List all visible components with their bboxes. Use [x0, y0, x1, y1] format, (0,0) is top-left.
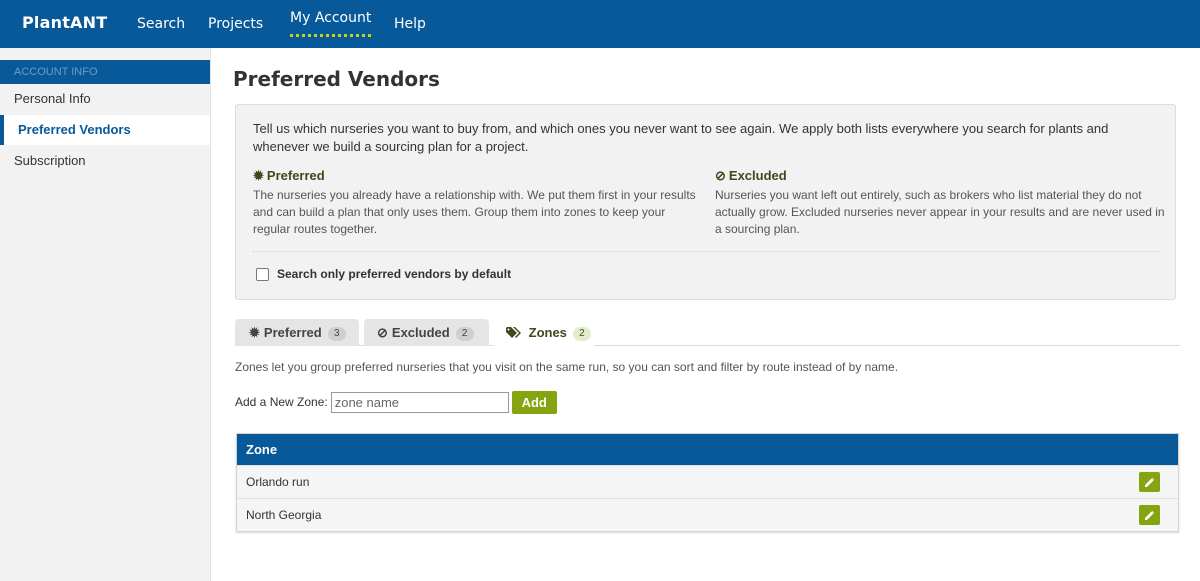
- add-zone-label: Add a New Zone:: [235, 395, 328, 409]
- edit-zone-button[interactable]: [1139, 472, 1160, 492]
- excluded-description: Nurseries you want left out entirely, su…: [715, 188, 1165, 236]
- add-zone-form: Add a New Zone: Add: [235, 390, 557, 414]
- brand-logo[interactable]: PlantANT: [22, 13, 107, 32]
- tab-preferred[interactable]: ✹ Preferred 3: [235, 319, 359, 346]
- tab-count-badge: 3: [327, 327, 346, 341]
- zones-description: Zones let you group preferred nurseries …: [235, 360, 899, 374]
- table-row: North Georgia: [237, 498, 1178, 531]
- top-nav: PlantANT Search Projects My Account Help: [0, 0, 1200, 48]
- preferred-explainer: ✹ Preferred The nurseries you already hav…: [253, 167, 703, 238]
- badge-icon: ✹: [249, 325, 260, 340]
- add-zone-button[interactable]: Add: [511, 390, 557, 414]
- tab-zones[interactable]: Zones 2: [494, 319, 594, 346]
- pencil-icon: [1145, 477, 1155, 487]
- sidebar-item-personal-info[interactable]: Personal Info: [0, 84, 210, 114]
- nav-help[interactable]: Help: [394, 16, 426, 32]
- info-panel: Tell us which nurseries you want to buy …: [235, 104, 1176, 300]
- preferred-only-label[interactable]: Search only preferred vendors by default: [277, 267, 511, 281]
- table-row: Orlando run: [237, 465, 1178, 498]
- sidebar-item-subscription[interactable]: Subscription: [0, 146, 210, 176]
- zone-column-header: Zone: [237, 434, 1178, 465]
- zones-table: Zone Orlando run North Georgia: [236, 433, 1179, 532]
- nav-search[interactable]: Search: [137, 16, 185, 32]
- nav-my-account[interactable]: My Account: [290, 10, 372, 37]
- zone-name: Orlando run: [246, 475, 310, 489]
- sidebar-item-preferred-vendors[interactable]: Preferred Vendors: [0, 115, 210, 145]
- edit-zone-button[interactable]: [1139, 505, 1160, 525]
- tab-excluded[interactable]: ⊘ Excluded 2: [364, 319, 489, 346]
- sidebar: ACCOUNT INFO Personal Info Preferred Ven…: [0, 48, 211, 581]
- nav-projects[interactable]: Projects: [208, 16, 263, 32]
- preferred-default-option: Search only preferred vendors by default: [256, 265, 511, 283]
- sidebar-heading: ACCOUNT INFO: [0, 60, 210, 84]
- tags-icon: [506, 325, 525, 340]
- page-title: Preferred Vendors: [233, 67, 440, 91]
- tab-count-badge: 2: [572, 327, 591, 341]
- preferred-heading: ✹ Preferred: [253, 168, 325, 183]
- excluded-heading: ⊘ Excluded: [715, 168, 787, 183]
- ban-icon: ⊘: [377, 325, 388, 340]
- preferred-only-checkbox[interactable]: [256, 267, 269, 281]
- divider: [253, 251, 1159, 252]
- tab-count-badge: 2: [455, 327, 474, 341]
- zone-name-input[interactable]: [330, 391, 509, 413]
- ban-icon: ⊘: [715, 168, 726, 183]
- zone-name: North Georgia: [246, 508, 322, 522]
- preferred-description: The nurseries you already have a relatio…: [253, 188, 696, 236]
- badge-icon: ✹: [253, 168, 264, 183]
- intro-text: Tell us which nurseries you want to buy …: [253, 121, 1109, 154]
- pencil-icon: [1145, 510, 1155, 520]
- excluded-explainer: ⊘ Excluded Nurseries you want left out en…: [715, 167, 1165, 238]
